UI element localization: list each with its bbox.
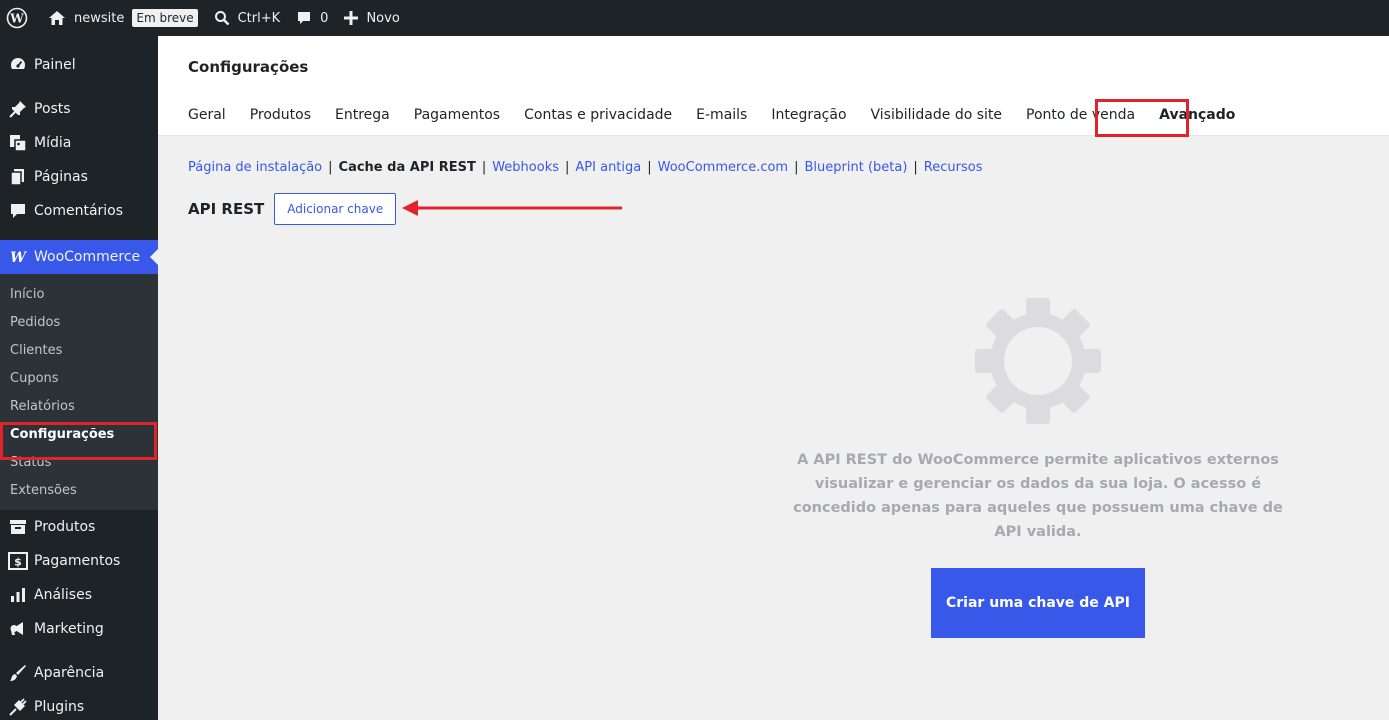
menu-item-painel[interactable]: Painel [0, 48, 158, 82]
menu-label: Painel [34, 57, 76, 73]
subsection-webhooks[interactable]: Webhooks [492, 160, 559, 175]
submenu-item-pedidos[interactable]: Pedidos [0, 308, 158, 336]
command-search-button[interactable]: Ctrl+K [206, 0, 289, 36]
separator: | [481, 159, 487, 175]
menu-label: Análises [34, 587, 93, 603]
menu-item-produtos[interactable]: Produtos [0, 510, 158, 544]
chart-icon [8, 585, 28, 605]
tab-emails[interactable]: E-mails [696, 107, 747, 123]
tab-integracao[interactable]: Integração [771, 107, 846, 123]
megaphone-icon [8, 619, 28, 639]
tab-entrega[interactable]: Entrega [335, 107, 390, 123]
plus-icon [344, 11, 359, 25]
create-api-key-button[interactable]: Criar uma chave de API [931, 568, 1145, 638]
menu-label: WooCommerce [34, 249, 141, 265]
money-icon: $ [8, 551, 28, 571]
settings-tabs: Geral Produtos Entrega Pagamentos Contas… [188, 94, 1389, 136]
tab-visibilidade[interactable]: Visibilidade do site [871, 107, 1003, 123]
annotation-arrow [402, 200, 622, 216]
menu-label: Pagamentos [34, 553, 121, 569]
highlight-configuracoes [0, 422, 157, 460]
menu-label: Páginas [34, 169, 88, 185]
api-rest-heading: API REST Adicionar chave [188, 193, 397, 225]
comment-icon [8, 201, 28, 221]
submenu-item-relatorios[interactable]: Relatórios [0, 392, 158, 420]
menu-item-posts[interactable]: Posts [0, 92, 158, 126]
submenu-item-inicio[interactable]: Início [0, 280, 158, 308]
empty-state: A API REST do WooCommerce permite aplica… [788, 296, 1288, 638]
archive-icon [8, 517, 28, 537]
menu-item-marketing[interactable]: Marketing [0, 612, 158, 646]
new-content-button[interactable]: Novo [336, 0, 407, 36]
tab-geral[interactable]: Geral [188, 107, 226, 123]
tab-contas-privacidade[interactable]: Contas e privacidade [524, 107, 672, 123]
menu-item-analises[interactable]: Análises [0, 578, 158, 612]
pages-icon [8, 167, 28, 187]
separator: | [794, 159, 799, 175]
subsection-woocommerce-com[interactable]: WooCommerce.com [658, 160, 788, 175]
site-name: newsite [74, 10, 125, 26]
menu-item-aparencia[interactable]: Aparência [0, 656, 158, 690]
page-title: Configurações [188, 58, 309, 76]
menu-item-pagamentos[interactable]: $ Pagamentos [0, 544, 158, 578]
home-icon [49, 11, 65, 25]
separator: | [647, 159, 652, 175]
subsection-pagina-instalacao[interactable]: Página de instalação [188, 160, 322, 175]
separator: | [328, 159, 333, 175]
pin-icon [8, 99, 28, 119]
section-title: API REST [188, 200, 265, 218]
search-shortcut: Ctrl+K [237, 10, 281, 26]
menu-item-plugins[interactable]: Plugins [0, 690, 158, 720]
menu-label: Mídia [34, 135, 72, 151]
subsection-links: Página de instalação | Cache da API REST… [158, 158, 1389, 176]
settings-header: Configurações Geral Produtos Entrega Pag… [158, 36, 1389, 136]
submenu-item-extensoes[interactable]: Extensões [0, 476, 158, 504]
site-name-link[interactable]: newsite Em breve [40, 0, 206, 36]
plug-icon [8, 697, 28, 717]
menu-label: Produtos [34, 519, 96, 535]
admin-sidebar: Painel Posts Mídia Páginas Comentários W… [0, 36, 158, 720]
woocommerce-submenu: Início Pedidos Clientes Cupons Relatório… [0, 274, 158, 510]
svg-text:W: W [10, 250, 27, 264]
submenu-item-cupons[interactable]: Cupons [0, 364, 158, 392]
dashboard-icon [8, 55, 28, 75]
svg-text:$: $ [14, 556, 22, 569]
menu-label: Aparência [34, 665, 105, 681]
gear-icon [973, 296, 1103, 426]
admin-bar: W newsite Em breve Ctrl+K 0 Novo [0, 0, 1389, 36]
comments-count: 0 [320, 10, 329, 26]
menu-label: Posts [34, 101, 71, 117]
separator: | [913, 159, 918, 175]
comment-icon [298, 12, 311, 24]
menu-label: Marketing [34, 621, 104, 637]
wordpress-logo-button[interactable]: W [0, 0, 40, 36]
main-content: Configurações Geral Produtos Entrega Pag… [158, 36, 1389, 720]
comments-button[interactable]: 0 [288, 0, 336, 36]
wordpress-icon: W [6, 7, 28, 29]
tab-produtos[interactable]: Produtos [250, 107, 311, 123]
add-key-button[interactable]: Adicionar chave [274, 193, 397, 225]
search-icon [214, 11, 229, 26]
menu-label: Comentários [34, 203, 124, 219]
menu-item-midia[interactable]: Mídia [0, 126, 158, 160]
subsection-api-antiga[interactable]: API antiga [575, 160, 641, 175]
menu-item-comentarios[interactable]: Comentários [0, 194, 158, 228]
empty-state-text: A API REST do WooCommerce permite aplica… [793, 452, 1283, 540]
submenu-item-clientes[interactable]: Clientes [0, 336, 158, 364]
new-label: Novo [366, 10, 400, 26]
tab-pagamentos[interactable]: Pagamentos [414, 107, 500, 123]
subsection-blueprint[interactable]: Blueprint (beta) [805, 160, 908, 175]
separator: | [565, 159, 570, 175]
menu-item-woocommerce[interactable]: W WooCommerce [0, 240, 158, 274]
coming-soon-badge[interactable]: Em breve [132, 9, 198, 27]
menu-item-paginas[interactable]: Páginas [0, 160, 158, 194]
subsection-recursos[interactable]: Recursos [924, 160, 983, 175]
brush-icon [8, 663, 28, 683]
svg-text:W: W [9, 12, 24, 26]
media-icon [8, 133, 28, 153]
highlight-avancado-tab [1095, 99, 1189, 137]
subsection-cache-api-rest[interactable]: Cache da API REST [339, 160, 476, 175]
menu-label: Plugins [34, 699, 85, 715]
woo-icon: W [8, 247, 28, 267]
